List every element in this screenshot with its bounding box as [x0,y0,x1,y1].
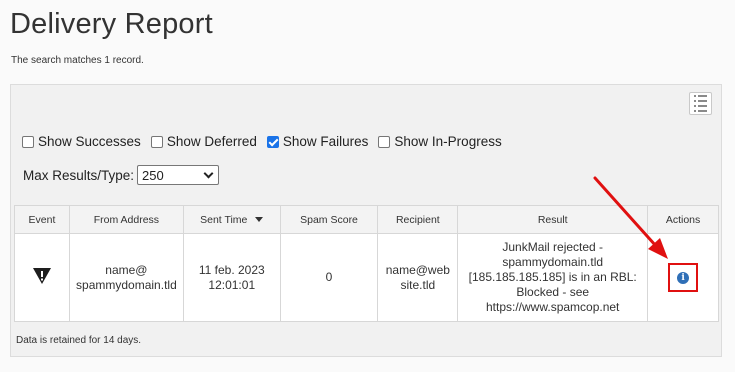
result-line: Blocked - see [516,285,590,299]
recipient-line: name@web [385,262,450,277]
recipient-line: site.tld [400,277,436,292]
max-results-select[interactable]: 250 [137,165,220,185]
column-header-actions: Actions [647,205,719,234]
column-header-spam-score[interactable]: Spam Score [279,205,379,234]
filter-show-failures[interactable]: Show Failures [266,134,369,149]
annotation-highlight-box: i [668,263,699,292]
show-in-progress-checkbox[interactable] [378,135,391,148]
column-header-from-address[interactable]: From Address [68,205,184,234]
show-successes-checkbox[interactable] [22,135,34,148]
spam-score-cell: 0 [279,233,379,322]
recipient-cell: name@web site.tld [377,233,459,322]
results-table: Event From Address Sent Time Spam Score … [14,205,719,322]
column-header-event[interactable]: Event [14,205,70,234]
max-results-row: Max Results/Type: 250 [23,165,220,185]
chevron-down-icon [203,168,214,178]
filter-label: Show Deferred [166,134,257,149]
filter-bar: Show Successes Show Deferred Show Failur… [22,134,512,149]
actions-cell: i [647,233,719,322]
result-cell: JunkMail rejected - spammydomain.tld [18… [457,233,649,322]
result-line: spammydomain.tld [502,255,604,269]
show-failures-checkbox[interactable] [266,135,279,148]
column-header-result[interactable]: Result [457,205,649,234]
sent-time-cell: 11 feb. 2023 12:01:01 [182,233,281,322]
filter-show-successes[interactable]: Show Successes [22,134,141,149]
max-results-value: 250 [142,167,164,183]
report-panel: Show Successes Show Deferred Show Failur… [10,84,722,357]
sent-time: 12:01:01 [208,277,256,292]
filter-label: Show In-Progress [394,134,502,149]
from-address-line: name@ [105,262,148,277]
filter-label: Show Successes [38,134,141,149]
search-summary: The search matches 1 record. [11,55,144,66]
sort-desc-icon [255,217,264,223]
result-line: https://www.spamcop.net [486,300,620,314]
info-icon[interactable]: i [677,271,690,284]
retention-note: Data is retained for 14 days. [16,335,142,346]
warning-triangle-icon [32,267,51,284]
filter-show-in-progress[interactable]: Show In-Progress [378,134,502,149]
max-results-label: Max Results/Type: [23,167,135,183]
event-cell [14,233,70,322]
list-view-icon[interactable] [689,92,712,115]
from-address-line: spammydomain.tld [76,277,177,292]
result-line: JunkMail rejected - [502,240,604,254]
table-row: name@ spammydomain.tld 11 feb. 2023 12:0… [14,233,719,322]
filter-label: Show Failures [282,134,369,149]
table-header-row: Event From Address Sent Time Spam Score … [14,205,719,234]
from-address-cell: name@ spammydomain.tld [68,233,184,322]
page-title: Delivery Report [10,8,213,40]
filter-show-deferred[interactable]: Show Deferred [150,134,257,149]
show-deferred-checkbox[interactable] [150,135,163,148]
column-header-recipient[interactable]: Recipient [377,205,459,234]
sent-date: 11 feb. 2023 [198,262,265,277]
column-header-sent-time[interactable]: Sent Time [182,205,281,234]
result-line: [185.185.185.185] is in an RBL: [468,270,637,284]
